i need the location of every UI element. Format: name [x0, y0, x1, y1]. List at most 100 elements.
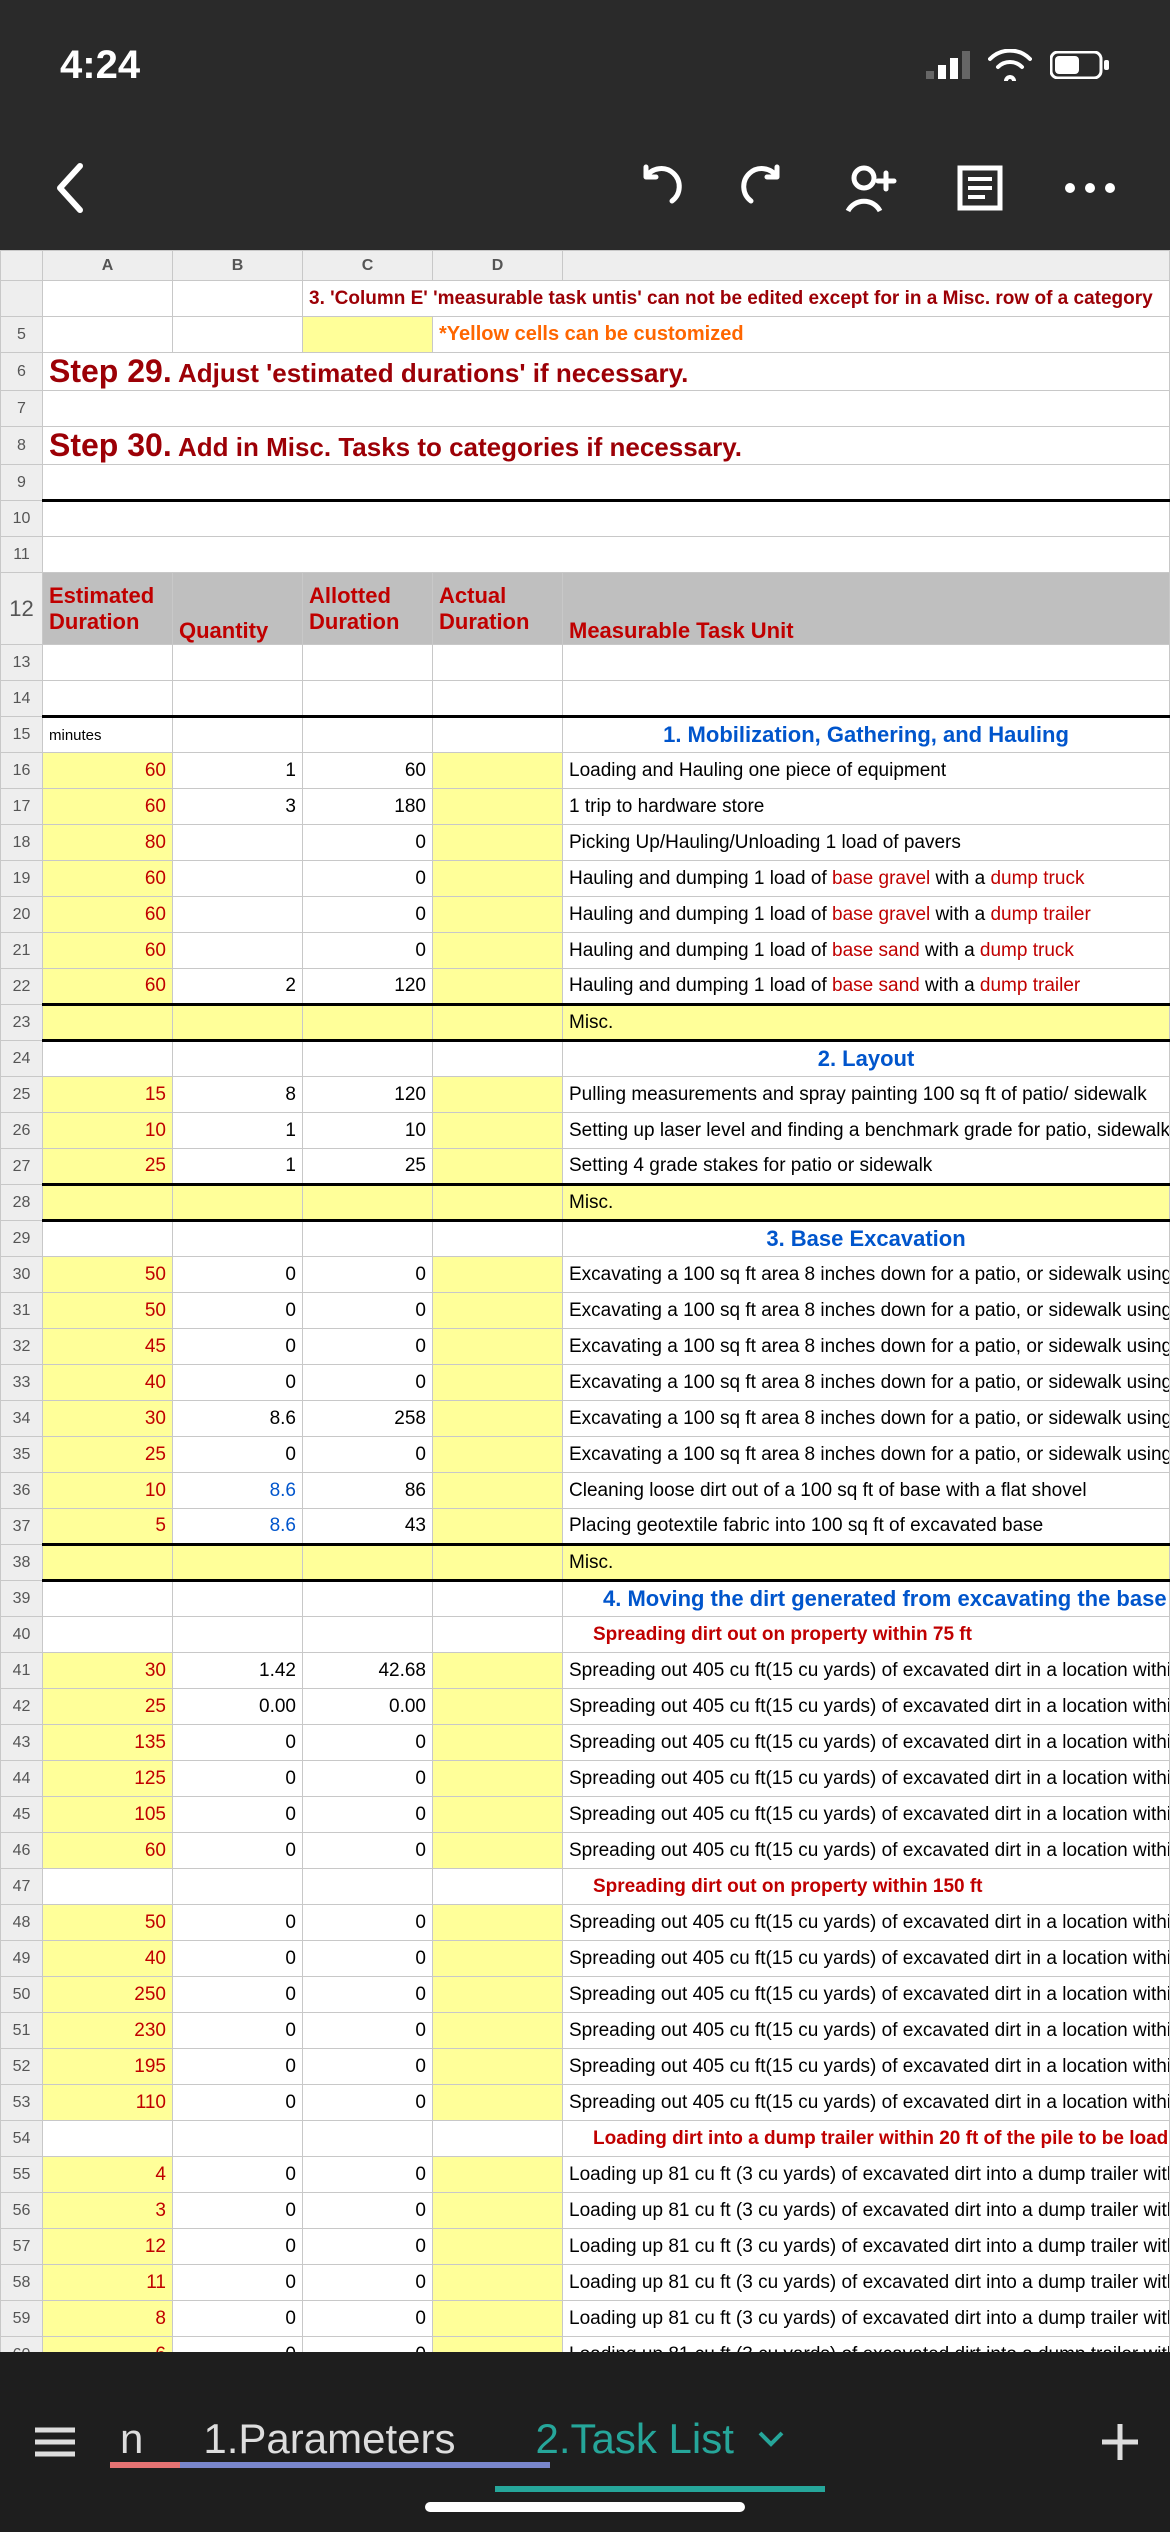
row-44[interactable]: 4412500Spreading out 405 cu ft(15 cu yar…	[1, 1761, 1170, 1797]
row-11[interactable]: 11	[1, 537, 1170, 573]
row-57[interactable]: 571200Loading up 81 cu ft (3 cu yards) o…	[1, 2229, 1170, 2265]
cellular-icon	[926, 51, 970, 79]
back-button[interactable]	[50, 158, 90, 223]
row-8[interactable]: 8Step 30. Add in Misc. Tasks to categori…	[1, 427, 1170, 465]
row-49[interactable]: 494000Spreading out 405 cu ft(15 cu yard…	[1, 1941, 1170, 1977]
col-d[interactable]: D	[433, 251, 563, 281]
grid[interactable]: ABCD 3. 'Column E' 'measurable task unti…	[0, 250, 1170, 2517]
row-48[interactable]: 485000Spreading out 405 cu ft(15 cu yard…	[1, 1905, 1170, 1941]
add-sheet-button[interactable]	[1070, 2420, 1170, 2464]
row-35[interactable]: 352500Excavating a 100 sq ft area 8 inch…	[1, 1437, 1170, 1473]
row-10[interactable]: 10	[1, 501, 1170, 537]
undo-button[interactable]	[634, 163, 684, 218]
row-20[interactable]: 20600Hauling and dumping 1 load of base …	[1, 897, 1170, 933]
spreadsheet[interactable]: ABCD 3. 'Column E' 'measurable task unti…	[0, 250, 1170, 2517]
row-12[interactable]: 12 EstimatedDuration Quantity AllottedDu…	[1, 573, 1170, 645]
section-4: 4. Moving the dirt generated from excava…	[563, 1581, 1170, 1617]
row-18[interactable]: 18800Picking Up/Hauling/Unloading 1 load…	[1, 825, 1170, 861]
row-7[interactable]: 7	[1, 391, 1170, 427]
row-9[interactable]: 9	[1, 465, 1170, 501]
row-6[interactable]: 6Step 29. Adjust 'estimated durations' i…	[1, 353, 1170, 391]
undo-icon	[634, 163, 684, 213]
row-21[interactable]: 21600Hauling and dumping 1 load of base …	[1, 933, 1170, 969]
row-28[interactable]: 28Misc.	[1, 1185, 1170, 1221]
app-toolbar	[0, 130, 1170, 250]
hdr-allotted: AllottedDuration	[303, 573, 433, 645]
row-52[interactable]: 5219500Spreading out 405 cu ft(15 cu yar…	[1, 2049, 1170, 2085]
status-indicators	[926, 49, 1110, 81]
col-c[interactable]: C	[303, 251, 433, 281]
comment-icon	[955, 163, 1005, 213]
row-30[interactable]: 305000Excavating a 100 sq ft area 8 inch…	[1, 1257, 1170, 1293]
col-rest[interactable]	[563, 251, 1170, 281]
row-33[interactable]: 334000Excavating a 100 sq ft area 8 inch…	[1, 1365, 1170, 1401]
wifi-icon	[988, 49, 1032, 81]
tab-underline-parameters	[180, 2462, 550, 2468]
tab-task-list[interactable]: 2.Task List	[495, 2392, 825, 2492]
battery-icon	[1050, 51, 1110, 79]
col-a[interactable]: A	[43, 251, 173, 281]
row-50[interactable]: 5025000Spreading out 405 cu ft(15 cu yar…	[1, 1977, 1170, 2013]
row-5[interactable]: 5*Yellow cells can be customized	[1, 317, 1170, 353]
row-55[interactable]: 55400Loading up 81 cu ft (3 cu yards) of…	[1, 2157, 1170, 2193]
row-45[interactable]: 4510500Spreading out 405 cu ft(15 cu yar…	[1, 1797, 1170, 1833]
tab-prev-fragment[interactable]: n	[110, 2392, 163, 2492]
tab-parameters[interactable]: 1.Parameters	[163, 2392, 495, 2492]
row-47[interactable]: 47Spreading dirt out on property within …	[1, 1869, 1170, 1905]
row-51[interactable]: 5123000Spreading out 405 cu ft(15 cu yar…	[1, 2013, 1170, 2049]
row-19[interactable]: 19600Hauling and dumping 1 load of base …	[1, 861, 1170, 897]
sub-75: Spreading dirt out on property within 75…	[563, 1617, 1170, 1653]
clock: 4:24	[60, 43, 140, 88]
row-17[interactable]: 176031801 trip to hardware store	[1, 789, 1170, 825]
more-icon	[1060, 178, 1120, 198]
person-add-icon	[844, 163, 900, 213]
row-37[interactable]: 3758.643Placing geotextile fabric into 1…	[1, 1509, 1170, 1545]
col-b[interactable]: B	[173, 251, 303, 281]
row-54[interactable]: 54Loading dirt into a dump trailer withi…	[1, 2121, 1170, 2157]
row-41[interactable]: 41301.4242.68Spreading out 405 cu ft(15 …	[1, 1653, 1170, 1689]
hdr-est: EstimatedDuration	[43, 573, 173, 645]
row-46[interactable]: 466000Spreading out 405 cu ft(15 cu yard…	[1, 1833, 1170, 1869]
row-39[interactable]: 394. Moving the dirt generated from exca…	[1, 1581, 1170, 1617]
row-24[interactable]: 242. Layout	[1, 1041, 1170, 1077]
row-27[interactable]: 2725125Setting 4 grade stakes for patio …	[1, 1149, 1170, 1185]
row-4[interactable]: 3. 'Column E' 'measurable task untis' ca…	[1, 281, 1170, 317]
hdr-actual: ActualDuration	[433, 573, 563, 645]
more-button[interactable]	[1060, 178, 1120, 203]
row-16[interactable]: 1660160Loading and Hauling one piece of …	[1, 753, 1170, 789]
sheets-menu-button[interactable]	[0, 2422, 110, 2462]
row-34[interactable]: 34308.6258Excavating a 100 sq ft area 8 …	[1, 1401, 1170, 1437]
row-14[interactable]: 14	[1, 681, 1170, 717]
status-bar: 4:24	[0, 0, 1170, 130]
step30-text: Add in Misc. Tasks to categories if nece…	[172, 432, 742, 462]
row-26[interactable]: 2610110Setting up laser level and findin…	[1, 1113, 1170, 1149]
row-31[interactable]: 315000Excavating a 100 sq ft area 8 inch…	[1, 1293, 1170, 1329]
redo-icon	[739, 163, 789, 213]
hdr-unit: Measurable Task Unit	[563, 573, 1170, 645]
row-25[interactable]: 25158120Pulling measurements and spray p…	[1, 1077, 1170, 1113]
row-43[interactable]: 4313500Spreading out 405 cu ft(15 cu yar…	[1, 1725, 1170, 1761]
tab-underline-prev	[110, 2462, 180, 2468]
comments-button[interactable]	[955, 163, 1005, 218]
row-22[interactable]: 22602120Hauling and dumping 1 load of ba…	[1, 969, 1170, 1005]
home-indicator[interactable]	[425, 2502, 745, 2512]
col-header-row[interactable]: ABCD	[1, 251, 1170, 281]
row-56[interactable]: 56300Loading up 81 cu ft (3 cu yards) of…	[1, 2193, 1170, 2229]
share-button[interactable]	[844, 163, 900, 218]
row-53[interactable]: 5311000Spreading out 405 cu ft(15 cu yar…	[1, 2085, 1170, 2121]
row-58[interactable]: 581100Loading up 81 cu ft (3 cu yards) o…	[1, 2265, 1170, 2301]
row-29[interactable]: 293. Base Excavation	[1, 1221, 1170, 1257]
row-32[interactable]: 324500Excavating a 100 sq ft area 8 inch…	[1, 1329, 1170, 1365]
row-23[interactable]: 23Misc.	[1, 1005, 1170, 1041]
row-38[interactable]: 38Misc.	[1, 1545, 1170, 1581]
step29-text: Adjust 'estimated durations' if necessar…	[172, 358, 689, 388]
row-15[interactable]: 15minutes1. Mobilization, Gathering, and…	[1, 717, 1170, 753]
misc-2: Misc.	[563, 1185, 1170, 1221]
row-40[interactable]: 40Spreading dirt out on property within …	[1, 1617, 1170, 1653]
row-13[interactable]: 13	[1, 645, 1170, 681]
redo-button[interactable]	[739, 163, 789, 218]
row-42[interactable]: 42250.000.00Spreading out 405 cu ft(15 c…	[1, 1689, 1170, 1725]
sub-load20: Loading dirt into a dump trailer within …	[563, 2121, 1170, 2157]
row-59[interactable]: 59800Loading up 81 cu ft (3 cu yards) of…	[1, 2301, 1170, 2337]
row-36[interactable]: 36108.686Cleaning loose dirt out of a 10…	[1, 1473, 1170, 1509]
